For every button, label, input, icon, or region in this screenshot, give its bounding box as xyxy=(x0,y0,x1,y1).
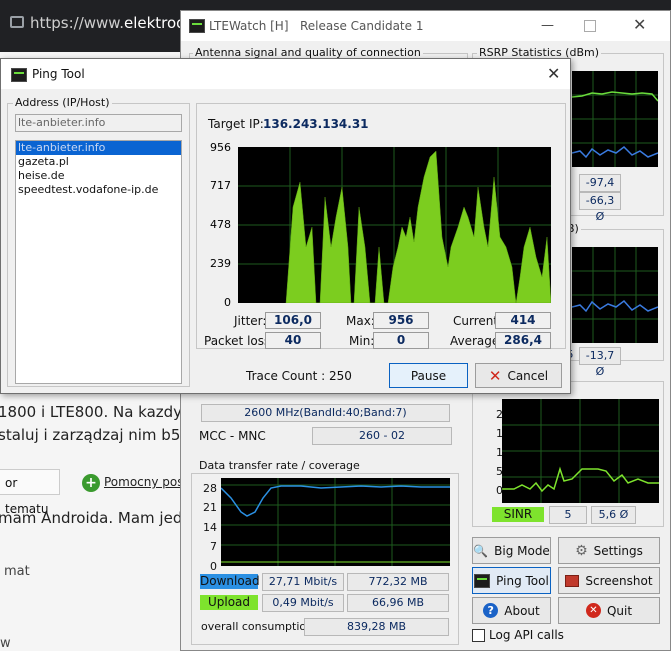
transfer-tick: 14 xyxy=(203,520,217,534)
settings-button[interactable]: ⚙ Settings xyxy=(558,537,660,564)
host-list[interactable]: lte-anbieter.info gazeta.pl heise.de spe… xyxy=(15,140,182,384)
ping-chart-svg xyxy=(238,147,551,303)
log-api-label: Log API calls xyxy=(489,628,564,642)
download-rate: 27,71 Mbit/s xyxy=(262,573,344,591)
transfer-tick: 7 xyxy=(210,540,217,554)
close-x-icon: ✕ xyxy=(488,366,502,385)
max-value: 956 xyxy=(373,312,429,329)
jitter-value: 106,0 xyxy=(265,312,321,329)
ping-title: Ping Tool xyxy=(32,67,85,81)
sinr-scope-ticks: 21150 xyxy=(496,408,503,497)
bg-text-mat: mat xyxy=(4,564,30,579)
maximize-icon[interactable] xyxy=(584,20,596,32)
transfer-scope xyxy=(221,478,450,566)
big-mode-button[interactable]: 🔍 Big Mode xyxy=(472,537,551,564)
average-value: 286,4 xyxy=(495,332,551,349)
packet-loss-value: 40 xyxy=(265,332,321,349)
sinr-value-1: 5 xyxy=(549,506,587,524)
overall-value: 839,28 MB xyxy=(304,618,449,636)
quit-button[interactable]: ✕ Quit xyxy=(558,597,660,624)
ping-tool-button[interactable]: Ping Tool xyxy=(472,567,551,594)
host-list-item[interactable]: gazeta.pl xyxy=(16,155,181,169)
current-value: 414 xyxy=(495,312,551,329)
url-prefix: https://www. xyxy=(30,14,124,32)
lock-icon xyxy=(10,16,24,28)
address-input[interactable]: lte-anbieter.info xyxy=(15,114,182,132)
close-icon[interactable]: ✕ xyxy=(633,15,646,34)
pause-button[interactable]: Pause xyxy=(389,363,468,388)
ping-icon xyxy=(474,573,491,588)
gear-icon: ⚙ xyxy=(575,542,588,559)
log-api-checkbox[interactable] xyxy=(472,629,485,642)
target-label: Target IP: xyxy=(208,117,264,131)
mcc-label: MCC - MNC xyxy=(199,429,266,443)
transfer-tick: 28 xyxy=(203,482,217,495)
ping-app-icon xyxy=(11,68,27,82)
transfer-tick: 21 xyxy=(203,501,217,515)
about-button[interactable]: ? About xyxy=(472,597,551,624)
quit-icon: ✕ xyxy=(585,603,601,618)
transfer-y-ticks: 28 21 14 7 0 xyxy=(201,479,217,576)
ping-y-tick: 956 xyxy=(210,141,231,154)
min-value: 0 xyxy=(373,332,429,349)
upload-rate: 0,49 Mbit/s xyxy=(262,594,344,612)
ping-y-tick: 478 xyxy=(210,218,231,231)
bg-text-line2: staluj i zarządzaj nim b528 xyxy=(0,426,200,444)
download-label: Download xyxy=(200,574,260,589)
jitter-label: Jitter: xyxy=(234,314,267,328)
sinr-value-2: 5,6 Ø xyxy=(591,506,636,524)
target-ip: 136.243.134.31 xyxy=(263,117,369,131)
host-list-item[interactable]: speedtest.vodafone-ip.de xyxy=(16,183,181,197)
band-info: 2600 MHz(BandId:40;Band:7) xyxy=(201,404,450,422)
ping-y-tick: 717 xyxy=(210,179,231,192)
cancel-button[interactable]: ✕ Cancel xyxy=(475,363,562,388)
packet-loss-label: Packet loss: xyxy=(204,334,275,348)
address-bar[interactable]: https://www.elektroda. xyxy=(30,14,200,32)
overall-label: overall consumption xyxy=(201,620,314,633)
info-icon: ? xyxy=(483,603,499,618)
topic-button[interactable]: or tematu xyxy=(0,469,60,516)
sinr-scope xyxy=(502,399,659,503)
ltewatch-title: LTEWatch [H] Release Candidate 1 xyxy=(209,19,424,33)
host-list-item[interactable]: heise.de xyxy=(16,169,181,183)
ping-chart xyxy=(238,147,551,303)
ping-titlebar xyxy=(1,59,570,89)
magnifier-icon: 🔍 xyxy=(473,543,489,558)
mcc-value: 260 - 02 xyxy=(312,427,452,445)
helpful-post-link[interactable]: Pomocny post xyxy=(104,475,188,489)
trace-count: Trace Count : 250 xyxy=(246,369,352,383)
rsrp-scope xyxy=(572,71,658,167)
transfer-group-label: Data transfer rate / coverage xyxy=(197,459,362,472)
bg-text-line1: 1800 i LTE800. Na kazdym xyxy=(0,403,197,421)
host-list-item[interactable]: lte-anbieter.info xyxy=(16,141,181,155)
upload-label: Upload xyxy=(200,595,258,610)
rsrp-value-1: -97,4 Ø xyxy=(579,174,621,205)
ping-close-icon[interactable]: ✕ xyxy=(547,64,560,83)
download-total: 772,32 MB xyxy=(347,573,449,591)
sinr-mid-scope xyxy=(572,247,658,343)
upload-total: 66,96 MB xyxy=(347,594,449,612)
min-label: Min: xyxy=(349,334,375,348)
screenshot-icon xyxy=(565,574,580,587)
ping-tool-window: Ping Tool ✕ Address (IP/Host) lte-anbiet… xyxy=(0,58,571,394)
minimize-icon[interactable]: — xyxy=(541,18,554,33)
bg-text-android: mam Androida. Mam jedyn xyxy=(0,509,201,527)
plus-icon: + xyxy=(82,474,100,492)
ping-y-tick: 0 xyxy=(224,296,231,309)
sinr-label: SINR xyxy=(492,507,544,522)
screenshot-button[interactable]: Screenshot xyxy=(558,567,660,594)
max-label: Max: xyxy=(346,314,375,328)
sinr-mid-value-2: -13,7 Ø xyxy=(579,347,621,378)
ping-y-tick: 239 xyxy=(210,257,231,270)
ltewatch-app-icon xyxy=(189,19,205,33)
address-group-label: Address (IP/Host) xyxy=(13,96,112,109)
bg-text-bottom: w xyxy=(0,636,11,651)
rsrp-value-2: -66,3 Ø xyxy=(579,192,621,223)
